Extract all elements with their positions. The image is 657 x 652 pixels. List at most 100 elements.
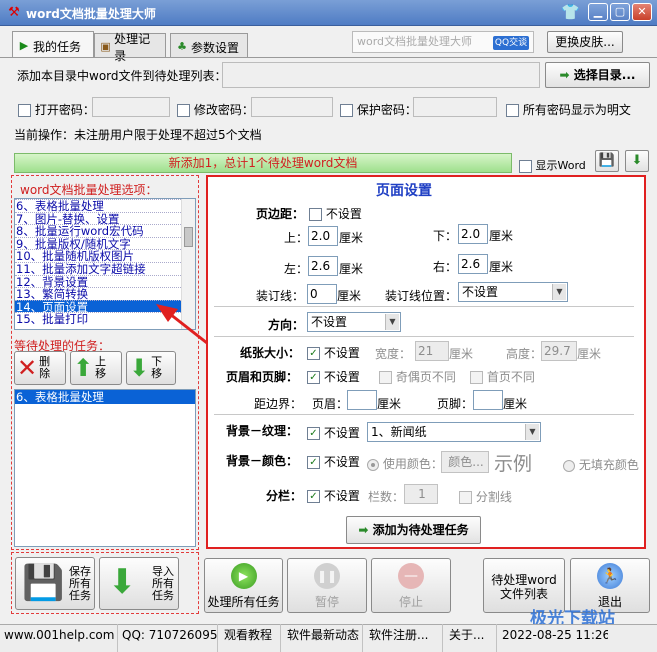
gutter-input[interactable]: 0 (307, 284, 337, 304)
open-password-input[interactable] (92, 97, 170, 117)
texture-select[interactable]: 1、新闻纸 ▼ (367, 422, 541, 442)
stop-button[interactable]: — 停止 (371, 558, 451, 613)
modify-password-option[interactable]: 修改密码： (177, 101, 254, 118)
header-distance-input[interactable] (347, 390, 377, 410)
tab-settings[interactable]: ♣ 参数设置 (170, 33, 248, 57)
show-plain-option[interactable]: 所有密码显示为明文 (506, 101, 631, 118)
list-item[interactable]: 6、表格批量处理 (15, 390, 195, 404)
list-item[interactable]: 10、批量随机版权图片 (15, 249, 195, 262)
list-item[interactable]: 6、表格批量处理 (15, 199, 195, 212)
top-margin-input[interactable]: 2.0 (308, 226, 338, 246)
separator-checkbox[interactable] (459, 491, 472, 504)
footer-distance-input[interactable] (473, 390, 503, 410)
import-all-button[interactable]: ⬇ 导入所有任务 (99, 557, 179, 610)
show-word-checkbox[interactable] (519, 159, 532, 173)
texture-not-set-checkbox[interactable]: ✓ (307, 427, 320, 440)
move-up-button[interactable]: ⬆ 上移 (70, 351, 122, 385)
status-qq[interactable]: QQ: 710726095 (118, 624, 218, 652)
color-picker-button[interactable]: 颜色... (441, 451, 489, 473)
columns-not-set-checkbox[interactable]: ✓ (307, 490, 320, 503)
margin-not-set-checkbox[interactable] (309, 208, 322, 221)
height-input[interactable]: 29.7 (541, 341, 577, 361)
skin-shirt-icon[interactable]: 👕 (561, 4, 580, 22)
list-item[interactable]: 13、繁简转换 (15, 287, 195, 300)
delete-button[interactable]: ✕ 删除 (14, 351, 66, 385)
no-fill-radio[interactable] (563, 459, 575, 472)
paper-not-set-option[interactable]: ✓ 不设置 (307, 344, 360, 361)
gutter-pos-select[interactable]: 不设置 ▼ (458, 282, 568, 302)
status-register[interactable]: 软件注册... (365, 624, 443, 652)
add-task-button[interactable]: ➡ 添加为待处理任务 (346, 516, 481, 544)
margin-not-set-option[interactable]: 不设置 (309, 205, 362, 222)
process-all-label: 处理所有任务 (207, 595, 280, 609)
pause-button[interactable]: ❚❚ 暂停 (287, 558, 367, 613)
first-page-checkbox[interactable] (470, 371, 483, 384)
paper-not-set-checkbox[interactable]: ✓ (307, 347, 320, 360)
delete-x-icon: ✕ (17, 354, 38, 382)
odd-even-option[interactable]: 奇偶页不同 (379, 368, 456, 385)
hf-not-set-checkbox[interactable]: ✓ (307, 371, 320, 384)
status-datetime: 2022-08-25 11:26 (502, 628, 608, 642)
tab-history[interactable]: ▣ 处理记录 (94, 32, 166, 63)
status-tutorial[interactable]: 观看教程 (220, 624, 281, 652)
texture-not-set-option[interactable]: ✓ 不设置 (307, 424, 360, 441)
paper-label: 纸张大小： (240, 346, 301, 360)
odd-even-checkbox[interactable] (379, 371, 392, 384)
bottom-margin-input[interactable]: 2.0 (458, 224, 488, 244)
status-site[interactable]: www.001help.com (0, 624, 118, 652)
restore-button[interactable]: ▢ (610, 3, 630, 21)
color-not-set-option[interactable]: ✓ 不设置 (307, 453, 360, 470)
width-input[interactable]: 21 (415, 341, 449, 361)
list-item[interactable]: 9、批量版权/随机文字 (15, 236, 195, 250)
modify-password-input[interactable] (251, 97, 333, 117)
save-all-button[interactable]: 💾 保存所有任务 (15, 557, 95, 610)
open-password-checkbox[interactable] (18, 104, 31, 117)
gutter-label: 装订线： (256, 289, 305, 303)
change-skin-button[interactable]: 更换皮肤... (547, 31, 623, 53)
list-item[interactable]: 7、图片-替换、设置 (15, 211, 195, 225)
list-item[interactable]: 8、批量运行word宏代码 (15, 224, 195, 237)
process-all-button[interactable]: ▶ 处理所有任务 (204, 558, 283, 613)
color-not-set-checkbox[interactable]: ✓ (307, 456, 320, 469)
minimize-button[interactable]: ▁ (588, 3, 608, 21)
running-man-icon: 🏃 (597, 563, 623, 589)
arrow-down-icon: ⬇ (129, 354, 150, 382)
list-item[interactable]: 11、批量添加文字超链接 (15, 261, 195, 275)
column-count-label: 栏数： (368, 490, 405, 504)
pause-label: 暂停 (314, 595, 339, 609)
save-disk-icon[interactable]: 💾 (595, 150, 619, 172)
pending-list[interactable]: 6、表格批量处理 (14, 389, 196, 547)
tab-label: 处理记录 (114, 32, 151, 63)
select-dir-button[interactable]: ➡ 选择目录... (545, 62, 650, 88)
protect-password-option[interactable]: 保护密码： (340, 101, 417, 118)
left-margin-input[interactable]: 2.6 (308, 256, 338, 276)
tab-my-tasks[interactable]: ▶ 我的任务 (12, 31, 94, 57)
show-plain-checkbox[interactable] (506, 104, 519, 117)
list-item[interactable]: 12、背景设置 (15, 274, 195, 288)
dir-path-input[interactable] (222, 62, 540, 88)
show-word-option[interactable]: 显示Word (519, 157, 586, 173)
close-button[interactable]: ✕ (632, 3, 652, 21)
column-count-input[interactable]: 1 (404, 484, 438, 504)
download-icon[interactable]: ⬇ (625, 150, 649, 172)
status-news[interactable]: 软件最新动态 (283, 624, 363, 652)
hf-not-set-option[interactable]: ✓ 不设置 (307, 368, 360, 385)
no-fill-option[interactable]: 无填充颜色 (563, 456, 639, 473)
separator-option[interactable]: 分割线 (459, 488, 512, 505)
first-page-option[interactable]: 首页不同 (470, 368, 535, 385)
orientation-select[interactable]: 不设置 ▼ (307, 312, 401, 332)
columns-not-set-option[interactable]: ✓ 不设置 (307, 487, 360, 504)
right-margin-input[interactable]: 2.6 (458, 254, 488, 274)
protect-password-checkbox[interactable] (340, 104, 353, 117)
header-label: 页眉： (312, 397, 349, 411)
qq-chat-badge[interactable]: QQ交谈 (493, 36, 529, 50)
protect-password-input[interactable] (413, 97, 497, 117)
status-about[interactable]: 关于... (445, 624, 497, 652)
modify-password-checkbox[interactable] (177, 104, 190, 117)
bottom-label: 下： (433, 229, 458, 243)
no-fill-label: 无填充颜色 (578, 458, 639, 472)
use-color-radio[interactable] (367, 458, 379, 471)
open-password-option[interactable]: 打开密码： (18, 101, 95, 118)
not-set-label: 不设置 (323, 370, 360, 384)
use-color-option[interactable]: 使用颜色： (367, 455, 443, 472)
